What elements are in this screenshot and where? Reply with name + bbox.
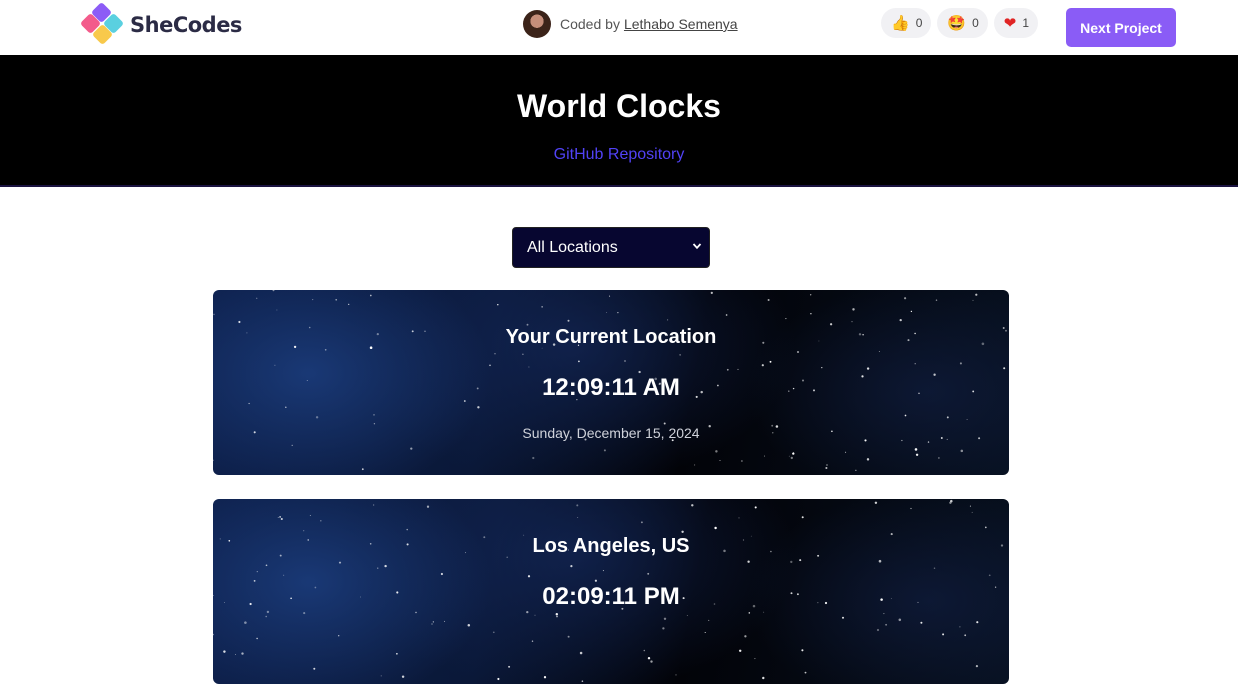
clock-city: Los Angeles, US: [532, 535, 690, 557]
clock-time: 12:09:11 AM: [542, 374, 680, 401]
thumbs-up-icon: 👍: [891, 14, 910, 32]
brand-name: SheCodes: [130, 13, 242, 37]
reactions: 👍 0 🤩 0 ❤ 1: [881, 8, 1039, 38]
clock-city: Your Current Location: [505, 326, 717, 348]
page-title: World Clocks: [517, 88, 721, 124]
author-link[interactable]: Lethabo Semenya: [624, 16, 738, 32]
chevron-down-icon: [692, 243, 702, 250]
credit-prefix: Coded by: [560, 16, 620, 32]
avatar: [523, 10, 551, 38]
reaction-thumbs-up[interactable]: 👍 0: [881, 8, 932, 38]
clock-date: Sunday, December 15, 2024: [522, 425, 700, 441]
heart-icon: ❤: [1003, 14, 1017, 32]
star-eyes-icon: 🤩: [947, 14, 967, 32]
shecodes-logo-icon: [81, 3, 123, 44]
location-select[interactable]: All Locations: [512, 227, 710, 268]
shecodes-logo[interactable]: SheCodes: [80, 3, 242, 47]
clock-card: Los Angeles, US 02:09:11 PM: [213, 499, 1009, 684]
reaction-star-eyes[interactable]: 🤩 0: [937, 8, 988, 38]
page-header: World Clocks GitHub Repository: [0, 55, 1238, 187]
credit: Coded by Lethabo Semenya: [523, 10, 738, 38]
clock-time: 02:09:11 PM: [542, 583, 680, 610]
reaction-count: 1: [1022, 16, 1030, 30]
next-project-button[interactable]: Next Project: [1066, 8, 1176, 47]
reaction-count: 0: [915, 16, 923, 30]
location-select-value: All Locations: [527, 238, 618, 256]
reaction-heart[interactable]: ❤ 1: [993, 8, 1039, 38]
clock-card: Your Current Location 12:09:11 AM Sunday…: [213, 290, 1009, 475]
github-repository-link[interactable]: GitHub Repository: [0, 146, 1238, 164]
top-bar: SheCodes Coded by Lethabo Semenya 👍 0 🤩 …: [0, 0, 1238, 55]
reaction-count: 0: [972, 16, 979, 30]
